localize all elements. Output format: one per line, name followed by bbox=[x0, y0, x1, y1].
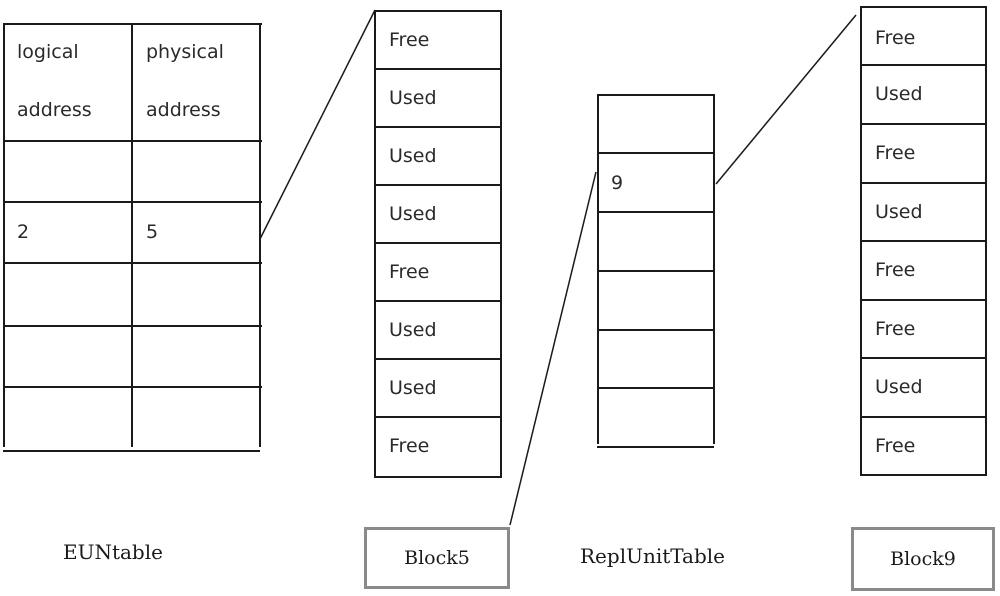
connector-eun-to-block5 bbox=[259, 9, 376, 240]
block9-label: Block9 bbox=[851, 527, 995, 591]
page-status: Used bbox=[389, 377, 437, 399]
block5-pages: Free Used Used Used Free Used Used Free bbox=[374, 10, 502, 480]
page-status: Free bbox=[875, 318, 916, 340]
connector-block5-to-repl bbox=[509, 171, 597, 526]
repl-table-row-divider bbox=[597, 387, 714, 389]
eun-table-column-divider bbox=[131, 23, 133, 447]
block9-page: Used bbox=[860, 182, 987, 242]
page-status: Used bbox=[875, 83, 923, 105]
page-status: Free bbox=[389, 435, 430, 457]
eun-table-border-right bbox=[259, 23, 261, 447]
page-status: Free bbox=[875, 259, 916, 281]
eun-table-caption: EUNtable bbox=[63, 540, 163, 564]
block9-page: Free bbox=[860, 240, 987, 301]
eun-table-border-left bbox=[3, 23, 5, 447]
block5-page: Free bbox=[374, 10, 502, 70]
page-status: Free bbox=[389, 29, 430, 51]
page-status: Free bbox=[875, 27, 916, 49]
block9-page: Free bbox=[860, 123, 987, 184]
block9-page: Free bbox=[860, 6, 987, 66]
block5-page: Used bbox=[374, 68, 502, 128]
repl-table-border-bottom bbox=[597, 446, 714, 448]
block9-pages: Free Used Free Used Free Free Used Free bbox=[860, 6, 988, 476]
repl-table-border-right bbox=[713, 94, 715, 444]
block5-page: Used bbox=[374, 358, 502, 418]
page-status: Used bbox=[389, 203, 437, 225]
page-status: Used bbox=[875, 201, 923, 223]
repl-table-border-left bbox=[597, 94, 599, 444]
page-status: Free bbox=[875, 435, 916, 457]
block9-page: Free bbox=[860, 416, 987, 476]
block5-page: Free bbox=[374, 416, 502, 478]
eun-cell-logical: 2 bbox=[17, 221, 30, 243]
repl-table-row-divider bbox=[597, 270, 714, 272]
page-status: Used bbox=[389, 87, 437, 109]
repl-table-row-divider bbox=[597, 329, 714, 331]
block5-page: Used bbox=[374, 300, 502, 360]
eun-table-border-bottom bbox=[3, 450, 260, 452]
block9-page: Used bbox=[860, 357, 987, 418]
page-status: Used bbox=[389, 145, 437, 167]
page-status: Free bbox=[875, 142, 916, 164]
eun-header-logical-line2: address bbox=[17, 99, 92, 121]
eun-header-logical: logical bbox=[17, 41, 79, 63]
eun-header-physical: physical bbox=[146, 41, 224, 63]
page-status: Free bbox=[389, 261, 430, 283]
repl-cell: 9 bbox=[611, 172, 624, 194]
eun-table: logical address physical address 2 5 bbox=[0, 0, 270, 452]
page-status: Used bbox=[389, 319, 437, 341]
block9-page: Free bbox=[860, 299, 987, 359]
page-status: Used bbox=[875, 376, 923, 398]
repl-table-border-top bbox=[597, 94, 714, 96]
block9-page: Used bbox=[860, 64, 987, 125]
block5-page: Free bbox=[374, 242, 502, 302]
repl-table-row-divider bbox=[597, 211, 714, 213]
block5-page: Used bbox=[374, 126, 502, 186]
repl-table-row-divider bbox=[597, 152, 714, 154]
block5-label: Block5 bbox=[364, 527, 510, 589]
repl-unit-table: 9 bbox=[596, 94, 718, 450]
repl-unit-table-caption: ReplUnitTable bbox=[580, 544, 726, 568]
eun-header-physical-line2: address bbox=[146, 99, 221, 121]
block5-page: Used bbox=[374, 184, 502, 244]
connector-repl-to-block9 bbox=[715, 14, 857, 185]
eun-cell-physical: 5 bbox=[146, 221, 159, 243]
